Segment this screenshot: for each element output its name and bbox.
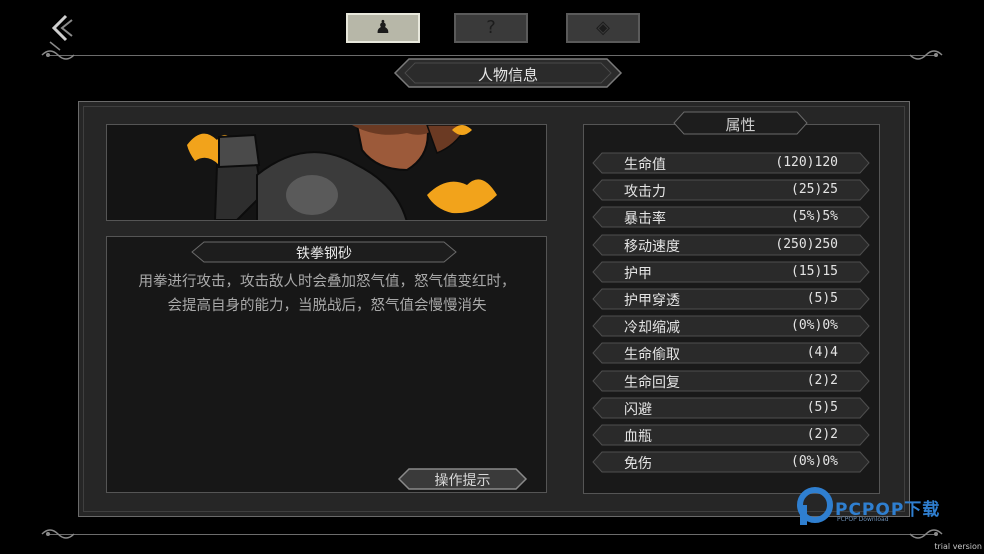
tab-map[interactable]: ◈: [566, 13, 640, 43]
stat-name: 护甲: [624, 265, 652, 282]
page-title: 人物信息: [477, 66, 538, 84]
stat-value: (0%)0%: [791, 454, 838, 470]
stat-name: 生命回复: [624, 374, 680, 391]
stat-value: (5)5: [806, 291, 838, 306]
ornament-top-left-icon: [41, 50, 75, 60]
ornament-bottom-left-icon: [41, 529, 75, 539]
question-icon: ?: [486, 17, 496, 38]
attributes-title: 属性: [725, 116, 756, 134]
stat-name: 移动速度: [624, 238, 680, 255]
stat-row: 免伤 (0%)0%: [592, 451, 870, 473]
diamond-target-icon: ◈: [596, 17, 610, 38]
tab-character[interactable]: ♟: [346, 13, 420, 43]
stat-row: 护甲穿透 (5)5: [592, 288, 870, 310]
ornament-top-right-icon: [909, 50, 943, 60]
stat-name: 免伤: [624, 456, 652, 473]
operation-tips-button[interactable]: 操作提示: [397, 467, 528, 491]
watermark: PCPOP下载 PCPOP Download: [797, 487, 967, 529]
stat-name: 闪避: [624, 401, 652, 418]
character-portrait: [106, 124, 547, 221]
stat-value: (25)25: [791, 182, 838, 198]
stat-row: 暴击率 (5%)5%: [592, 206, 870, 228]
stat-row: 冷却缩减 (0%)0%: [592, 315, 870, 337]
page-title-banner: 人物信息: [391, 57, 625, 89]
stat-value: (4)4: [806, 345, 838, 361]
trial-version-label: trial version: [934, 542, 982, 551]
top-divider: [48, 55, 936, 56]
pcpop-logo-icon: [797, 487, 833, 525]
stat-name: 护甲穿透: [624, 293, 680, 309]
stat-row: 移动速度 (250)250: [592, 234, 870, 256]
stat-value: (120)120: [775, 155, 838, 170]
stat-row: 攻击力 (25)25: [592, 179, 870, 201]
stat-row: 血瓶 (2)2: [592, 424, 870, 446]
skill-name-banner: 铁拳钢砂: [190, 240, 458, 264]
attributes-header: 属性: [672, 110, 809, 136]
stat-name: 攻击力: [624, 184, 666, 201]
stat-value: (15)15: [791, 263, 838, 279]
skill-description: 用拳进行攻击，攻击敌人时会叠加怒气值，怒气值变红时， 会提高自身的能力，当脱战后…: [118, 270, 536, 318]
stat-name: 生命值: [624, 157, 666, 173]
stat-row: 生命回复 (2)2: [592, 370, 870, 392]
stat-row: 生命值 (120)120: [592, 152, 870, 174]
stat-name: 暴击率: [624, 211, 666, 228]
stat-row: 生命偷取 (4)4: [592, 342, 870, 364]
stat-value: (250)250: [775, 236, 838, 252]
stat-name: 血瓶: [624, 429, 652, 445]
skill-description-line: 用拳进行攻击，攻击敌人时会叠加怒气值，怒气值变红时，: [138, 274, 516, 290]
bottom-divider: [48, 534, 936, 535]
stat-row: 护甲 (15)15: [592, 261, 870, 283]
stat-value: (5)5: [806, 399, 838, 415]
operation-tips-label: 操作提示: [434, 473, 491, 489]
tab-help[interactable]: ?: [454, 13, 528, 43]
stat-value: (2)2: [806, 427, 838, 442]
watermark-sub: PCPOP Download: [837, 516, 889, 523]
stat-name: 生命偷取: [624, 347, 680, 364]
stat-value: (0%)0%: [791, 318, 838, 334]
stat-row: 闪避 (5)5: [592, 397, 870, 419]
skill-description-line: 会提高自身的能力，当脱战后，怒气值会慢慢消失: [167, 298, 487, 314]
stat-name: 冷却缩减: [624, 320, 680, 337]
character-icon: ♟: [374, 17, 392, 38]
stat-value: (5%)5%: [791, 209, 838, 225]
skill-name: 铁拳钢砂: [296, 246, 352, 262]
stat-value: (2)2: [806, 372, 838, 388]
